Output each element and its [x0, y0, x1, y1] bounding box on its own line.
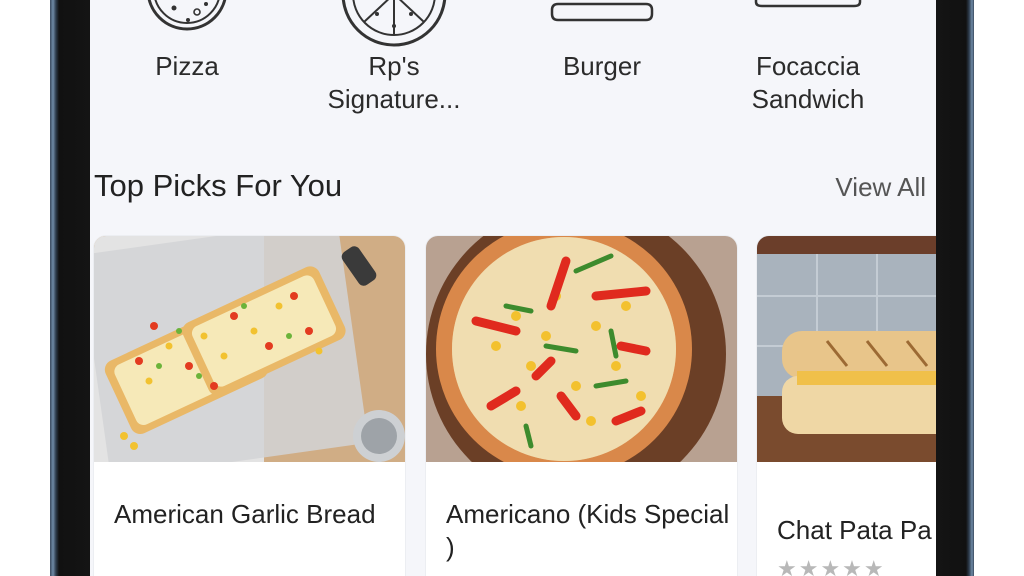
- sandwich-image: [757, 236, 936, 462]
- rating-stars: ★★★★★: [777, 556, 886, 576]
- category-label: Focaccia Sandwich: [751, 51, 865, 114]
- category-rps-signature[interactable]: Rp's Signature...: [304, 0, 484, 116]
- pizza-icon: [147, 0, 227, 31]
- garlic-bread-image: [94, 236, 405, 462]
- sandwich-icon: [754, 0, 862, 8]
- category-label: Burger: [562, 51, 642, 81]
- device-bezel-right: [936, 0, 974, 576]
- app-screen: Pizza Rp's Signature... Burger Focaccia …: [90, 0, 936, 576]
- pizza-image: [426, 236, 737, 462]
- category-label: Pizza: [155, 51, 219, 81]
- product-name: American Garlic Bread: [114, 499, 376, 529]
- pizza-slices-icon: [341, 0, 447, 47]
- device-bezel-left: [50, 0, 90, 576]
- category-burger[interactable]: Burger: [512, 0, 692, 83]
- section-title: Top Picks For You: [94, 168, 343, 203]
- product-name: Americano (Kids Special ): [446, 499, 730, 562]
- burger-icon: [550, 2, 654, 22]
- product-card[interactable]: American Garlic Bread: [94, 236, 405, 576]
- category-pizza[interactable]: Pizza: [97, 0, 277, 83]
- product-card[interactable]: Americano (Kids Special ): [426, 236, 737, 576]
- category-label: Rp's Signature...: [327, 51, 461, 114]
- product-card[interactable]: Chat Pata Pa ★★★★★: [757, 236, 936, 576]
- product-name: Chat Pata Pa: [777, 515, 932, 545]
- view-all-link[interactable]: View All: [835, 172, 926, 203]
- category-focaccia-sandwich[interactable]: Focaccia Sandwich: [718, 0, 898, 116]
